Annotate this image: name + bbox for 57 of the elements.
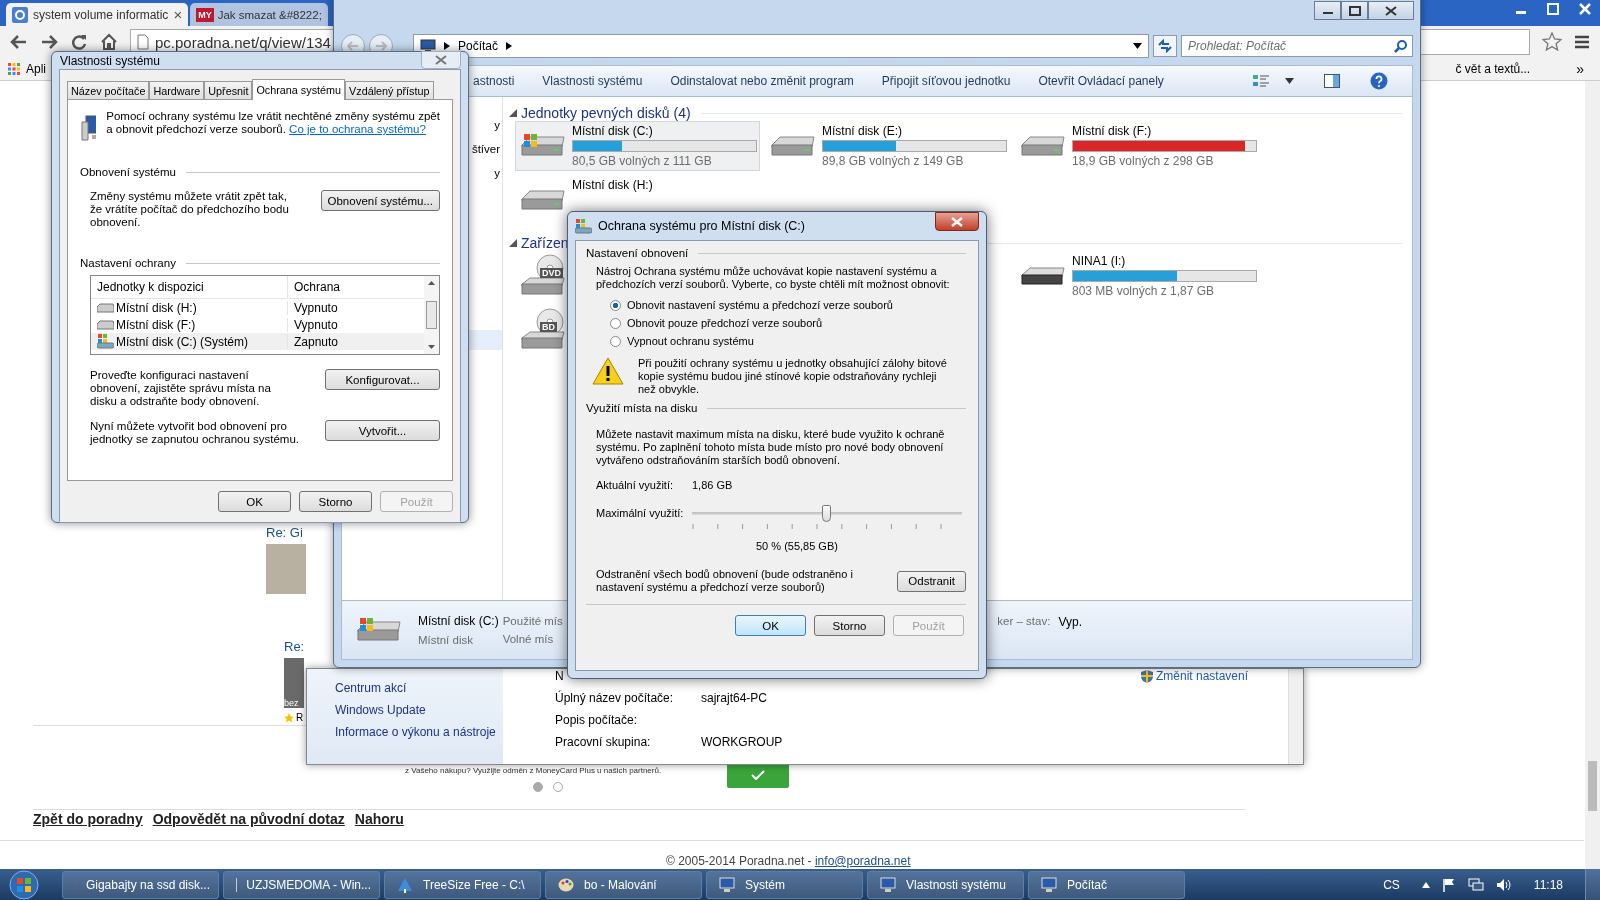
description-text: Nástroj Ochrana systému může uchovávat kopie nastavení systému a předchozích verzí souborů. Vyberte, co byste chtěli mít možnost obnovit: (595, 265, 951, 291)
description-text: Nyní můžete vytvořit bod obnovení pro jednotky se zapnutou ochranou systému. (90, 420, 300, 446)
description-text: Odstranění všech bodů obnovení (bude odstraněno i nastavení systému a předchozí verze souborů) (596, 568, 854, 594)
field-value: sajrajt64-PC (701, 691, 768, 705)
drive-name: Místní disk (H:) (116, 300, 197, 315)
option-label: Obnovit nastavení systému a předchozí verze souborů (627, 299, 893, 311)
tab-title: Jak smazat &#8222; (217, 8, 322, 21)
section-heading: Využití místa na disku (586, 402, 698, 414)
description-text: Změny systému můžete vrátit zpět tak, že vrátíte počítač do předchozího bodu obnovení. (90, 190, 290, 229)
footer-text: © 2005-2014 Poradna.net - info@poradna.net (666, 854, 911, 868)
ad-text: z Vašeho nákupu? Využijte odměn z MoneyCard Plus u našich partnerů. (405, 766, 662, 775)
free-space-text: 18,9 GB volných z 298 GB (1072, 154, 1215, 168)
protection-status: Zapnuto (293, 334, 339, 349)
property-label: Volné mís (502, 633, 555, 645)
drive-name: NINA1 (I:) (1072, 254, 1127, 268)
site-badge: MY (196, 7, 214, 22)
protection-status: Vypnuto (293, 317, 338, 332)
window-title: Ochrana systému pro Místní disk (C:) (598, 219, 805, 233)
avatar-caption: bez (284, 698, 299, 708)
section-heading: Nastavení obnovení (586, 247, 689, 259)
warning-text: Při použití ochrany systému u jednotky obsahující zálohy bitové kopie systému budou jiné stínové kopie odstraňovány rychleji než obvykle. (638, 357, 948, 396)
drive-name: Místní disk (F:) (116, 317, 196, 332)
section-heading: Obnovení systému (80, 166, 176, 178)
drive-name: Místní disk (E:) (822, 124, 903, 138)
free-space-text: 803 MB volných z 1,87 GB (1072, 284, 1216, 298)
slider-value: 50 % (55,85 GB) (756, 540, 838, 552)
description-text: Proveďte konfiguraci nastavení obnovení, zajistěte správu místa na disku a odstraňte body obnovení. (90, 369, 272, 408)
drive-name: Místní disk (C:) (572, 124, 654, 138)
option-label: Vypnout ochranu systému (627, 335, 754, 347)
field-value: WORKGROUP (701, 735, 783, 749)
tab-title: system volume informatic (33, 7, 169, 22)
property-value: Vyp. (1058, 615, 1082, 629)
property-label: ker – stav: (997, 615, 1051, 629)
description-text: Můžete nastavit maximum místa na disku, které bude využito k ochraně systému. Po zaplnění tohoto místa bude místo pro nové body obnovení vytvářeno odstraňováním starších bodů obnovení. (595, 428, 946, 467)
field-label: Aktuální využití: (596, 479, 675, 491)
author-name: R (296, 712, 304, 723)
drive-type: Místní disk (418, 634, 474, 646)
window-title: Vlastnosti systému (60, 53, 161, 68)
field-label: Pracovní skupina: (555, 735, 652, 749)
field-label: Maximální využití: (596, 507, 685, 519)
drive-name: Místní disk (C:) (Systém) (116, 334, 248, 349)
free-space-text: 89,8 GB volných z 149 GB (822, 154, 965, 168)
disc-type-label: BD (540, 322, 557, 332)
drive-name: Místní disk (H:) (572, 178, 653, 192)
drive-name: Místní disk (F:) (1072, 124, 1153, 138)
protection-status: Vypnuto (293, 300, 338, 315)
option-label: Obnovit pouze předchozí verze souborů (627, 317, 823, 329)
field-label: Úplný název počítače: (555, 691, 675, 705)
property-label: Použité mís (502, 615, 563, 627)
intro-text: Pomocí ochrany systému lze vrátit nechtěné změny systému zpět a obnovit předchozí verze souborů. Co je to ochrana systému? (106, 110, 440, 136)
field-value: 1,86 GB (692, 479, 733, 491)
field-label: N (555, 669, 564, 683)
section-heading: Nastavení ochrany (80, 257, 176, 269)
field-label: Popis počítače: (555, 713, 639, 727)
free-space-text: 80,5 GB volných z 111 GB (572, 154, 713, 168)
drive-name: Místní disk (C:) (418, 614, 499, 628)
disc-type-label: DVD (540, 268, 563, 278)
